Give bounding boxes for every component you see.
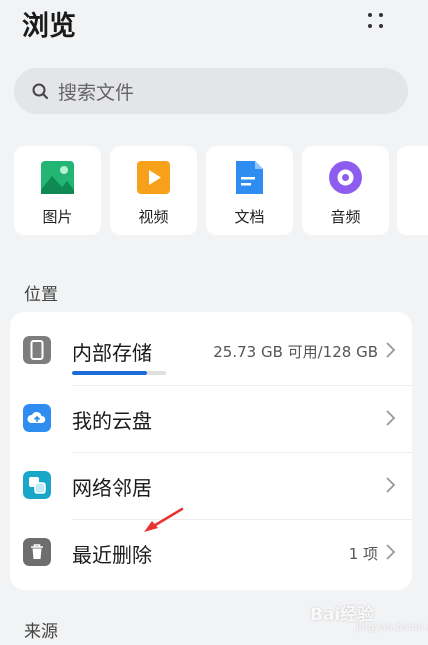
- chevron-right-icon: [386, 477, 396, 493]
- category-audio[interactable]: 音频: [302, 146, 389, 235]
- cloud-drive-icon: [23, 404, 51, 432]
- location-network-neighborhood[interactable]: 网络邻居: [10, 452, 412, 519]
- location-recently-deleted[interactable]: 最近删除 1 项: [10, 519, 412, 586]
- location-label: 我的云盘: [72, 409, 152, 433]
- location-label: 内部存储: [72, 341, 152, 365]
- category-images[interactable]: 图片: [14, 146, 101, 235]
- location-label: 网络邻居: [72, 476, 152, 500]
- network-neighborhood-icon: [23, 471, 51, 499]
- image-icon: [41, 161, 74, 194]
- category-label: 文档: [234, 208, 265, 226]
- location-internal-storage[interactable]: 内部存储 25.73 GB 可用/128 GB: [10, 317, 412, 384]
- search-icon: [32, 83, 48, 99]
- location-cloud-drive[interactable]: 我的云盘: [10, 385, 412, 452]
- category-videos[interactable]: 视频: [110, 146, 197, 235]
- video-icon: [137, 161, 170, 194]
- search-placeholder: 搜索文件: [58, 82, 135, 104]
- document-icon: [236, 161, 263, 194]
- section-sources: 来源: [24, 622, 58, 642]
- watermark-sub: jingyan.baidu.com: [356, 622, 428, 633]
- locations-card: 内部存储 25.73 GB 可用/128 GB 我的云盘 网络邻居 最近删除 1…: [10, 312, 412, 590]
- category-label: 视频: [138, 208, 169, 226]
- phone-storage-icon: [23, 336, 51, 364]
- category-more-partial[interactable]: [397, 146, 428, 235]
- deleted-count: 1 项: [348, 545, 378, 563]
- category-label: 图片: [42, 208, 73, 226]
- section-locations: 位置: [24, 285, 58, 305]
- category-documents[interactable]: 文档: [206, 146, 293, 235]
- more-dots-icon[interactable]: [364, 10, 388, 32]
- chevron-right-icon: [386, 410, 396, 426]
- category-label: 音频: [330, 208, 361, 226]
- chevron-right-icon: [386, 544, 396, 560]
- audio-icon: [329, 161, 362, 194]
- location-label: 最近删除: [72, 543, 152, 567]
- chevron-right-icon: [386, 342, 396, 358]
- annotation-arrow-icon: [144, 507, 184, 532]
- trash-icon: [23, 538, 51, 566]
- search-bar[interactable]: 搜索文件: [14, 68, 408, 114]
- watermark-logo: Bai经验 jingyan.baidu.com: [310, 596, 428, 638]
- page-title: 浏览: [22, 11, 76, 42]
- storage-progress-bar: [72, 371, 166, 375]
- storage-usage: 25.73 GB 可用/128 GB: [213, 343, 378, 361]
